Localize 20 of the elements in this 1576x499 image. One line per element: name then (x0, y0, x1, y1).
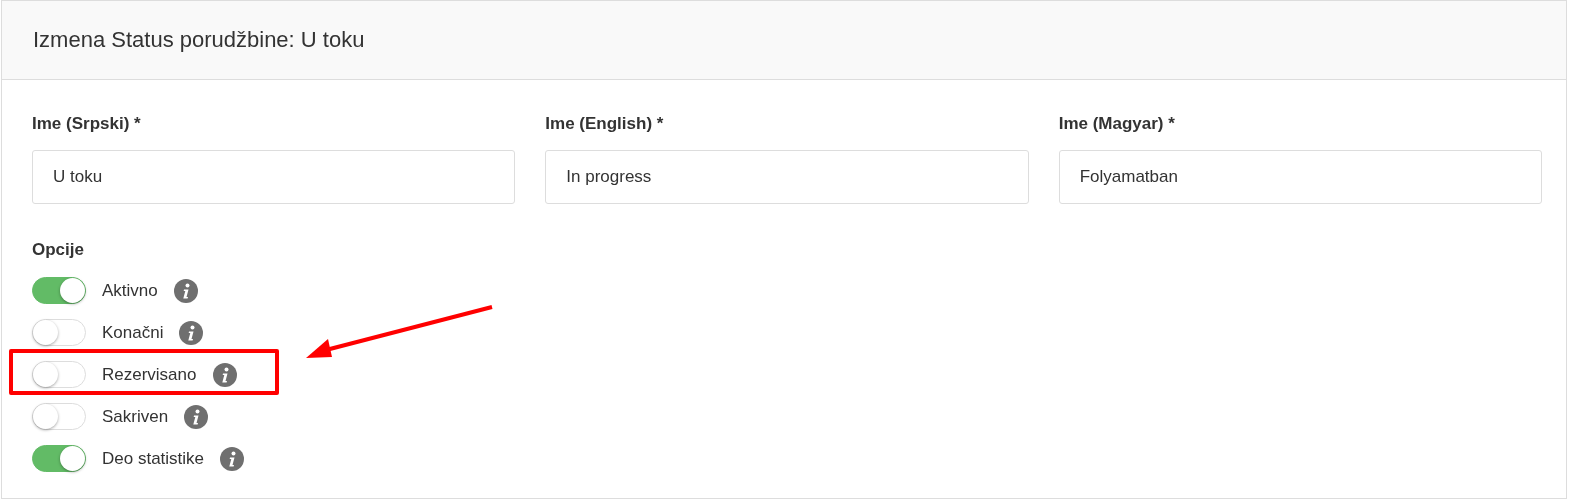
field-label: Ime (Magyar) * (1058, 114, 1176, 134)
field-label: Ime (English) * (545, 114, 665, 134)
text-field[interactable]: In progress (545, 150, 1029, 204)
toggle-switch[interactable] (32, 445, 86, 472)
option-label: Deo statistike (102, 448, 205, 469)
page-title: Izmena Status porudžbine: U toku (33, 27, 365, 53)
info-icon[interactable] (212, 362, 237, 387)
option-label: Sakriven (102, 406, 169, 427)
info-icon[interactable] (173, 278, 198, 303)
text-field[interactable]: Folyamatban (1058, 150, 1542, 204)
option-label: Rezervisano (102, 364, 197, 385)
info-icon[interactable] (179, 320, 204, 345)
option-label: Konačni (102, 322, 164, 343)
section-heading: Opcije (32, 240, 85, 260)
field-label: Ime (Srpski) * (32, 114, 142, 134)
toggle-switch[interactable] (32, 277, 86, 304)
info-icon[interactable] (220, 446, 245, 471)
option-label: Aktivno (102, 280, 158, 301)
info-icon[interactable] (184, 404, 209, 429)
text-field[interactable]: U toku (32, 150, 516, 204)
